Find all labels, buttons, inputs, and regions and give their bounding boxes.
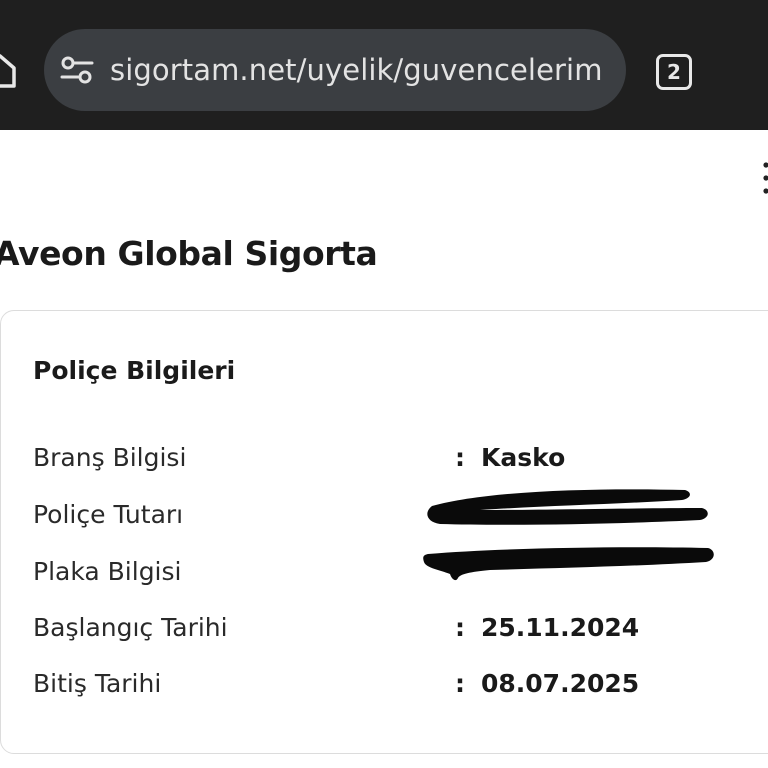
branch-label: Branş Bilgisi [33, 443, 187, 472]
branch-value: Kasko [481, 443, 566, 472]
branch-colon: : [455, 443, 465, 472]
company-name-heading: Aveon Global Sigorta [0, 234, 378, 273]
start-date-label: Başlangıç Tarihi [33, 613, 228, 642]
policy-card-title: Poliçe Bilgileri [33, 356, 236, 385]
browser-toolbar: sigortam.net/uyelik/guvencelerim 2 [0, 0, 768, 130]
home-icon[interactable] [0, 52, 16, 88]
end-date-colon: : [455, 669, 465, 698]
end-date-label: Bitiş Tarihi [33, 669, 162, 698]
overflow-menu-icon[interactable] [760, 160, 768, 196]
site-settings-icon[interactable] [60, 55, 94, 85]
plate-label: Plaka Bilgisi [33, 557, 182, 586]
tab-switcher-icon[interactable]: 2 [656, 54, 692, 90]
url-text[interactable]: sigortam.net/uyelik/guvencelerim [110, 29, 610, 111]
policy-amount-redaction [427, 489, 708, 525]
plate-redaction [423, 547, 714, 581]
start-date-colon: : [455, 613, 465, 642]
policy-amount-label: Poliçe Tutarı [33, 500, 184, 529]
start-date-value: 25.11.2024 [481, 613, 640, 642]
address-bar[interactable]: sigortam.net/uyelik/guvencelerim [44, 29, 626, 111]
end-date-value: 08.07.2025 [481, 669, 640, 698]
